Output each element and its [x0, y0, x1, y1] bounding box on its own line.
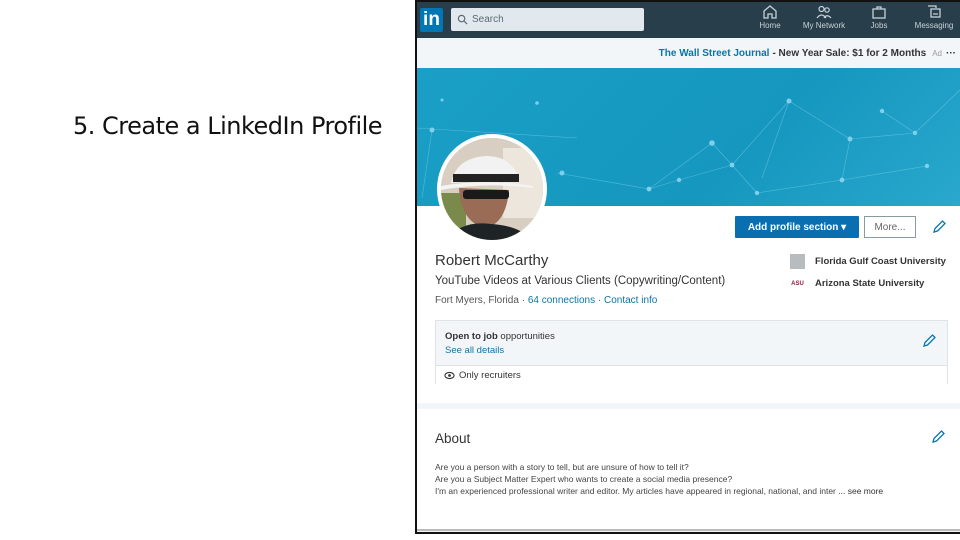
title-rest: opportunities	[497, 331, 555, 342]
open-to-jobs-title: Open to job opportunities	[445, 331, 555, 342]
about-section: About Are you a person with a story to t…	[417, 409, 960, 531]
network-icon	[816, 5, 832, 19]
profile-photo[interactable]	[437, 134, 547, 244]
ad-banner: The Wall Street Journal - New Year Sale:…	[417, 38, 960, 68]
search-placeholder: Search	[472, 14, 504, 25]
edit-jobs-pencil-icon[interactable]	[921, 333, 937, 349]
profile-headline: YouTube Videos at Various Clients (Copyw…	[435, 275, 726, 287]
title-bold: Open to job	[445, 331, 498, 342]
about-line: Are you a Subject Matter Expert who want…	[435, 474, 733, 484]
connections-link[interactable]: 64 connections	[528, 295, 595, 306]
separator: ·	[521, 295, 526, 306]
search-input[interactable]: Search	[451, 8, 644, 31]
about-text: Are you a person with a story to tell, b…	[435, 461, 883, 497]
education-name: Florida Gulf Coast University	[815, 256, 946, 267]
about-title: About	[435, 431, 471, 446]
linkedin-screenshot: in Search Home My Network Jobs Messaging…	[415, 0, 960, 534]
slide-title: 5. Create a LinkedIn Profile	[73, 112, 383, 140]
nav-my-network-label: My Network	[802, 21, 846, 30]
ad-more-icon[interactable]: ···	[946, 48, 956, 59]
ad-brand-link[interactable]: The Wall Street Journal	[659, 48, 770, 59]
briefcase-icon	[872, 6, 886, 19]
nav-home-label: Home	[759, 21, 781, 30]
messaging-icon	[928, 5, 941, 18]
home-icon	[763, 5, 777, 19]
nav-messaging[interactable]: Messaging	[909, 4, 959, 30]
profile-card: Add profile section ▾ More... Robert McC…	[417, 68, 960, 403]
about-line: I'm an experienced professional writer a…	[435, 486, 836, 496]
nav-my-network[interactable]: My Network	[799, 4, 849, 30]
visibility-row: Only recruiters	[436, 365, 947, 384]
fgcu-logo-icon	[790, 254, 805, 269]
nav-messaging-label: Messaging	[914, 21, 954, 30]
education-name: Arizona State University	[815, 278, 925, 289]
edit-intro-pencil-icon[interactable]	[931, 219, 947, 235]
edit-about-pencil-icon[interactable]	[930, 429, 946, 445]
profile-name: Robert McCarthy	[435, 252, 549, 269]
ad-tag: Ad	[932, 48, 942, 58]
education-item[interactable]: Florida Gulf Coast University	[790, 254, 946, 269]
education-item[interactable]: ASU Arizona State University	[790, 276, 924, 291]
separator: ·	[597, 295, 602, 306]
linkedin-logo[interactable]: in	[420, 8, 443, 32]
profile-photo-image	[441, 138, 543, 240]
search-icon	[457, 14, 468, 25]
nav-jobs[interactable]: Jobs	[854, 4, 904, 30]
asu-logo-icon: ASU	[791, 280, 804, 287]
top-navigation-bar: in Search Home My Network Jobs Messaging	[417, 0, 960, 38]
profile-meta: Fort Myers, Florida · 64 connections · C…	[435, 295, 657, 306]
contact-info-link[interactable]: Contact info	[604, 295, 657, 306]
see-more-link[interactable]: ... see more	[838, 486, 883, 496]
about-line: Are you a person with a story to tell, b…	[435, 462, 689, 472]
visibility-text: Only recruiters	[459, 369, 521, 381]
more-button[interactable]: More...	[864, 216, 916, 238]
open-to-jobs-card: Open to job opportunities See all detail…	[435, 320, 948, 384]
add-profile-section-button[interactable]: Add profile section ▾	[735, 216, 859, 238]
profile-location: Fort Myers, Florida	[435, 295, 519, 306]
nav-home[interactable]: Home	[745, 4, 795, 30]
ad-text[interactable]: - New Year Sale: $1 for 2 Months	[772, 48, 926, 59]
eye-icon	[444, 371, 455, 379]
see-all-details-link[interactable]: See all details	[445, 345, 504, 356]
nav-jobs-label: Jobs	[870, 21, 888, 30]
